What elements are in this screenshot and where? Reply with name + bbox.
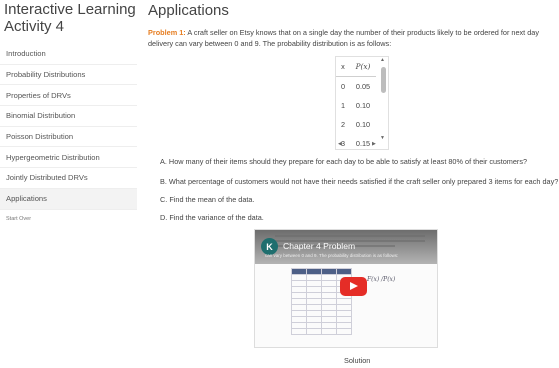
play-button-icon[interactable]: [340, 277, 367, 296]
sidebar-item-binomial-distribution[interactable]: Binomial Distribution: [0, 106, 137, 127]
video-player[interactable]: F(x) /P(x) K Chapter 4 Problem can vary …: [254, 229, 438, 348]
question-c: C. Find the mean of the data.: [160, 195, 255, 204]
sidebar-item-introduction[interactable]: Introduction: [0, 44, 137, 65]
probability-table: x P(x) 0 0.05 1 0.10 2 0.10 3 0.15: [336, 57, 376, 149]
table-cell-p: 0.05: [355, 82, 371, 91]
page-title: Applications: [148, 2, 229, 19]
table-header-x: x: [336, 57, 350, 77]
table-cell-x: 1: [340, 101, 346, 110]
horizontal-scrollbar[interactable]: ◀ ▶: [336, 141, 388, 149]
app-title: Interactive Learning Activity 4: [4, 1, 136, 35]
vertical-scrollbar[interactable]: ▲ ▼: [379, 57, 388, 141]
problem-label: Problem 1:: [148, 28, 186, 37]
table-row: 1 0.10: [336, 96, 376, 115]
problem-text: A craft seller on Etsy knows that on a s…: [148, 28, 539, 48]
sidebar-item-applications[interactable]: Applications: [0, 188, 137, 210]
table-header-px: P(x): [350, 57, 376, 77]
solution-label: Solution: [344, 356, 371, 365]
question-b: B. What percentage of customers would no…: [160, 177, 559, 186]
table-cell-p: 0.10: [355, 120, 371, 129]
sidebar-item-hypergeometric-distribution[interactable]: Hypergeometric Distribution: [0, 147, 137, 169]
scroll-left-icon[interactable]: ◀: [338, 141, 342, 147]
table-cell-p: 0.10: [355, 101, 371, 110]
video-title[interactable]: Chapter 4 Problem: [283, 241, 355, 251]
scrollbar-thumb[interactable]: [381, 67, 386, 93]
scroll-right-icon[interactable]: ▶: [372, 141, 376, 147]
video-subtitle: can vary between 0 and 9. The probabilit…: [265, 253, 399, 258]
sidebar-item-jointly-distributed-drvs[interactable]: Jointly Distributed DRVs: [0, 168, 137, 189]
sidebar: Interactive Learning Activity 4 Introduc…: [0, 0, 140, 368]
problem-statement: Problem 1: A craft seller on Etsy knows …: [148, 27, 554, 49]
sidebar-nav: Introduction Probability Distributions P…: [0, 44, 137, 210]
sidebar-item-poisson-distribution[interactable]: Poisson Distribution: [0, 127, 137, 148]
start-over-link[interactable]: Start Over: [6, 216, 31, 222]
table-cell-x: 0: [340, 82, 346, 91]
handwritten-note: F(x) /P(x): [367, 276, 396, 283]
scroll-up-icon[interactable]: ▲: [380, 57, 385, 63]
sidebar-item-properties-of-drvs[interactable]: Properties of DRVs: [0, 85, 137, 107]
question-a: A. How many of their items should they p…: [160, 157, 528, 166]
sidebar-item-probability-distributions[interactable]: Probability Distributions: [0, 65, 137, 86]
table-row: 0 0.05: [336, 77, 376, 97]
table-cell-x: 2: [340, 120, 346, 129]
probability-table-container[interactable]: x P(x) 0 0.05 1 0.10 2 0.10 3 0.15 ▲ ▼ ◀…: [335, 56, 389, 150]
question-d: D. Find the variance of the data.: [160, 213, 264, 222]
table-row: 2 0.10: [336, 115, 376, 134]
